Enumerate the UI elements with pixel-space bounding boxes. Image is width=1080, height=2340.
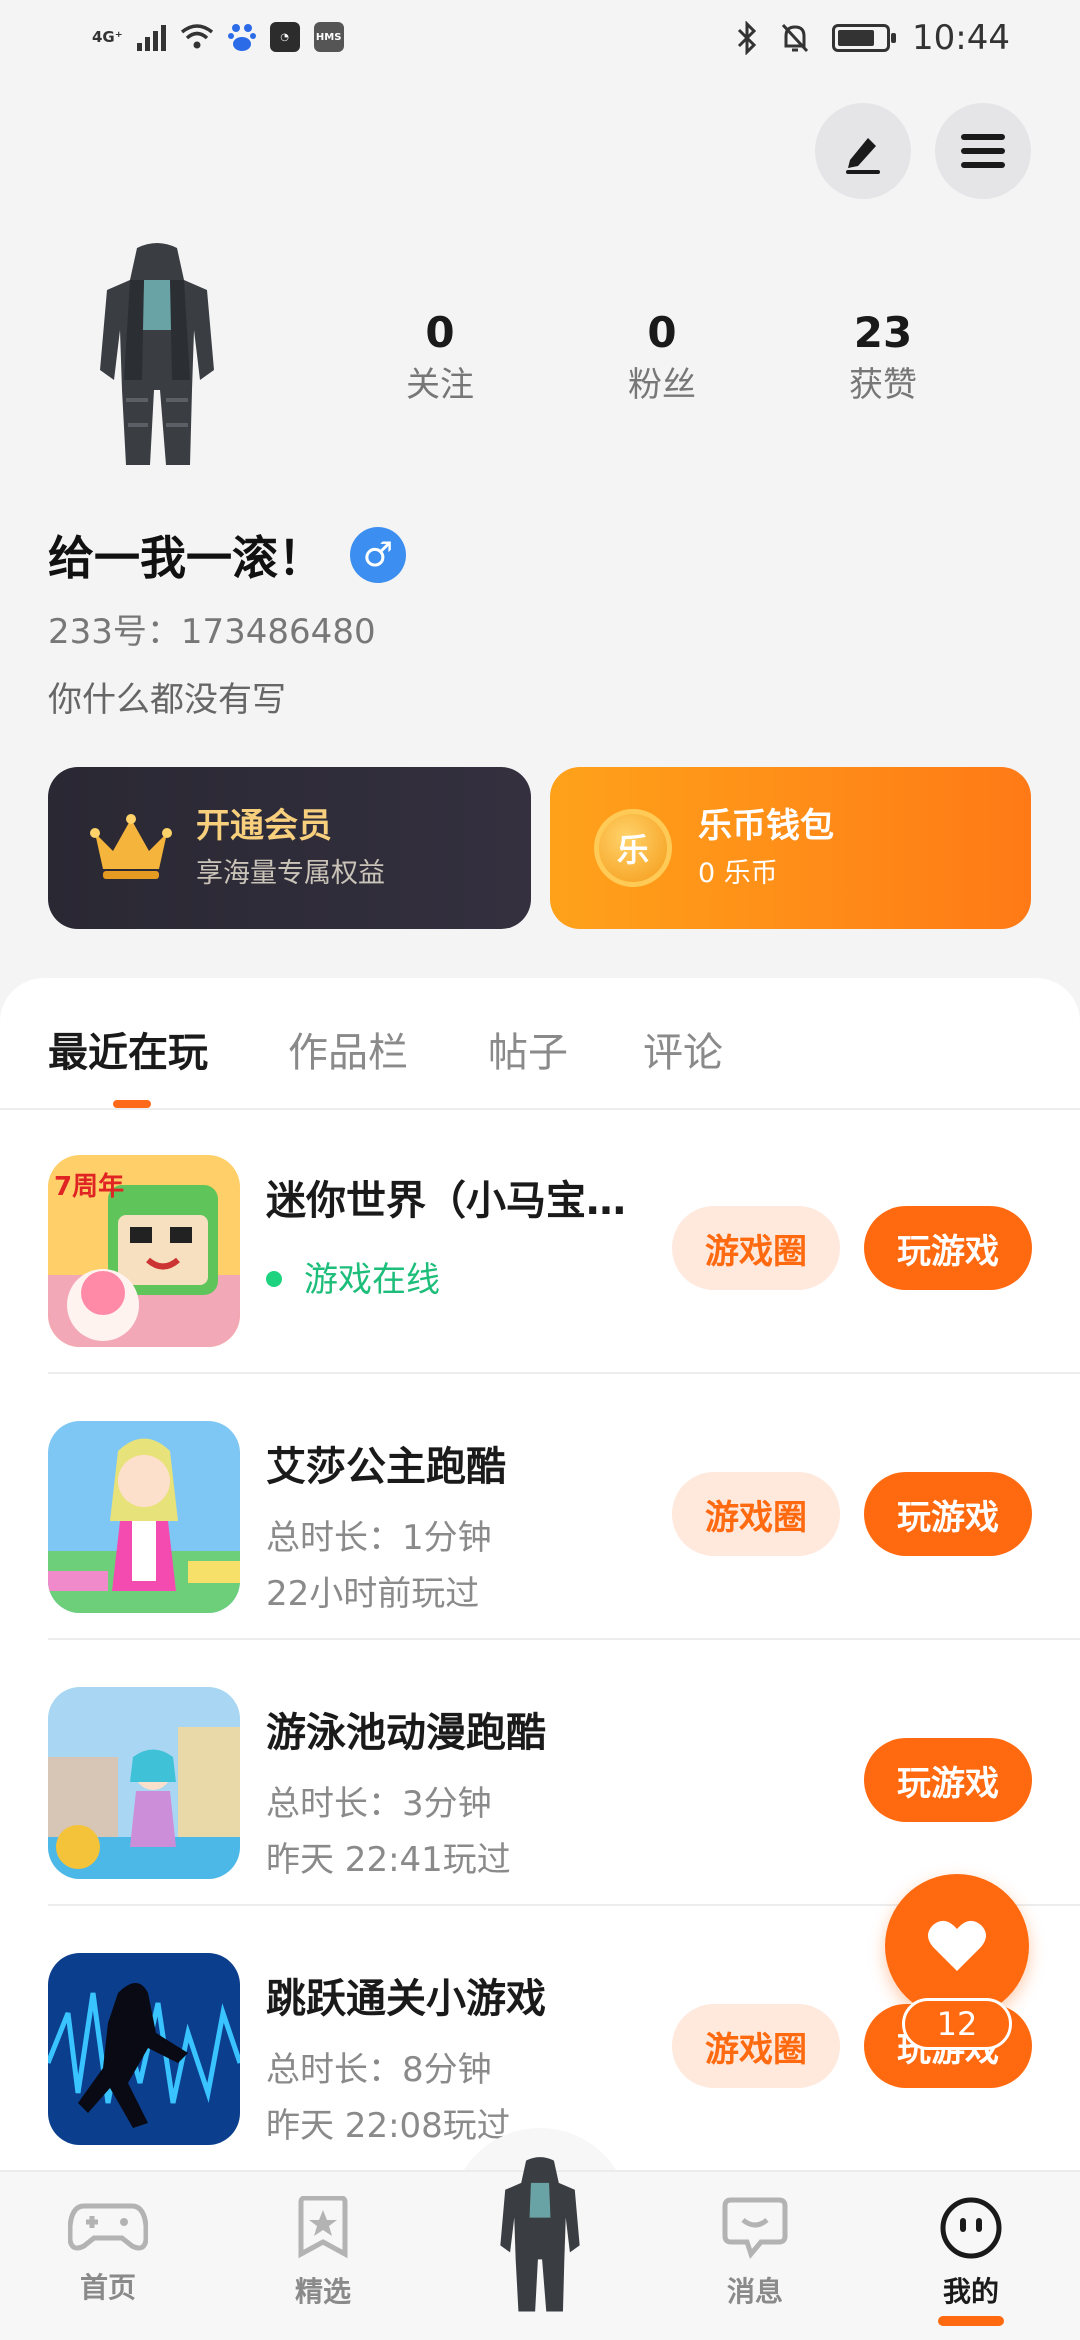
nav-featured-label: 精选 [294, 2275, 351, 2308]
nav-active-indicator [938, 2316, 1004, 2326]
stat-likes[interactable]: 23 获赞 [773, 305, 993, 409]
game-title: 迷你世界（小马宝… [266, 1178, 626, 1224]
game-row[interactable]: 7周年 迷你世界（小马宝… 游戏在线 游戏圈 玩游戏 [48, 1110, 1080, 1374]
network-type: 4G⁺ [92, 27, 123, 46]
baidu-icon [227, 24, 256, 51]
nav-messages[interactable]: 消息 [690, 2196, 820, 2310]
signal-icon [136, 23, 166, 51]
anniversary-badge: 7周年 [54, 1171, 124, 1202]
tab-bar: 最近在玩 作品栏 帖子 评论 [0, 978, 1080, 1110]
tab-posts[interactable]: 帖子 [488, 1020, 568, 1078]
bluetooth-icon [737, 21, 757, 55]
hms-icon: HMS [313, 22, 344, 52]
likes-label: 获赞 [849, 365, 917, 405]
wallet-balance: 0 乐币 [698, 858, 778, 889]
username: 给一我一滚！ [48, 531, 324, 585]
user-id[interactable]: 233号：173486480 [48, 604, 376, 653]
game-title: 游泳池动漫跑酷 [266, 1710, 546, 1756]
game-thumbnail[interactable]: 7周年 [48, 1155, 240, 1347]
game-total-time: 总时长：8分钟 [266, 2050, 492, 2090]
menu-button[interactable] [935, 103, 1031, 199]
stat-following[interactable]: 0 关注 [330, 305, 550, 409]
avatar[interactable] [92, 240, 222, 470]
like-float-button[interactable] [885, 1874, 1029, 2018]
game-circle-button[interactable]: 游戏圈 [672, 1206, 840, 1290]
edit-profile-button[interactable] [815, 103, 911, 199]
game-circle-button[interactable]: 游戏圈 [672, 1472, 840, 1556]
game-circle-button[interactable]: 游戏圈 [672, 2004, 840, 2088]
coin-icon: 乐 [594, 809, 672, 887]
fans-count: 0 [647, 308, 677, 357]
status-bar: 4G⁺ ◔ HMS 10:44 [0, 0, 1080, 84]
hamburger-icon [961, 134, 1005, 168]
nav-messages-label: 消息 [726, 2275, 783, 2308]
battery-icon [832, 24, 897, 52]
play-game-button[interactable]: 玩游戏 [864, 1472, 1032, 1556]
likes-count: 23 [853, 308, 913, 357]
game-last-played: 昨天 22:08玩过 [266, 2106, 511, 2146]
male-gender-icon: ♂ [350, 527, 406, 583]
tab-recent-played[interactable]: 最近在玩 [48, 1020, 208, 1078]
nav-featured[interactable]: 精选 [258, 2195, 388, 2310]
mute-bell-icon [781, 23, 809, 53]
game-total-time: 总时长：1分钟 [266, 1518, 492, 1558]
pen-icon [846, 138, 880, 174]
nav-mine-label: 我的 [942, 2275, 999, 2308]
online-dot-icon [266, 1270, 282, 1287]
bookmark-star-icon [298, 2195, 348, 2259]
status-icons-right: 10:44 [736, 18, 1010, 58]
game-last-played: 22小时前玩过 [266, 1574, 480, 1614]
vip-membership-card[interactable]: 开通会员 享海量专属权益 [48, 767, 531, 929]
app-notification-icon: ◔ [269, 22, 300, 52]
game-online-status: 游戏在线 [266, 1252, 440, 1301]
status-icons-left: 4G⁺ ◔ HMS [92, 22, 344, 52]
game-thumbnail[interactable] [48, 1953, 240, 2145]
game-last-played: 昨天 22:41玩过 [266, 1840, 511, 1880]
nav-home-label: 首页 [79, 2271, 136, 2304]
username-row: 给一我一滚！ ♂ [48, 522, 406, 588]
chat-bubble-icon [722, 2197, 788, 2260]
game-row[interactable]: 艾莎公主跑酷 总时长：1分钟 22小时前玩过 游戏圈 玩游戏 [48, 1376, 1080, 1640]
game-title: 艾莎公主跑酷 [266, 1444, 506, 1490]
stat-fans[interactable]: 0 粉丝 [552, 305, 772, 409]
play-game-button[interactable]: 玩游戏 [864, 1738, 1032, 1822]
tab-comments[interactable]: 评论 [643, 1020, 723, 1078]
tab-indicator [113, 1100, 151, 1108]
gamepad-icon [67, 2203, 149, 2251]
wallet-title: 乐币钱包 [698, 806, 834, 846]
fans-label: 粉丝 [628, 365, 696, 405]
center-avatar-button[interactable] [488, 2155, 592, 2315]
wifi-icon [180, 24, 213, 49]
game-thumbnail[interactable] [48, 1687, 240, 1879]
like-count-badge: 12 [902, 1998, 1012, 2050]
online-label: 游戏在线 [304, 1260, 440, 1300]
clock: 10:44 [912, 18, 1010, 58]
crown-icon [86, 803, 176, 893]
face-icon [940, 2197, 1002, 2259]
following-count: 0 [425, 308, 455, 357]
tab-works[interactable]: 作品栏 [288, 1020, 408, 1078]
vip-subtitle: 享海量专属权益 [196, 858, 385, 889]
user-bio[interactable]: 你什么都没有写 [48, 672, 286, 721]
vip-title: 开通会员 [196, 806, 332, 846]
game-title: 跳跃通关小游戏 [266, 1976, 546, 2022]
wallet-card[interactable]: 乐 乐币钱包 0 乐币 [550, 767, 1031, 929]
game-row[interactable]: 游泳池动漫跑酷 总时长：3分钟 昨天 22:41玩过 玩游戏 [48, 1642, 1080, 1906]
play-game-button[interactable]: 玩游戏 [864, 1206, 1032, 1290]
game-thumbnail[interactable] [48, 1421, 240, 1613]
coin-icon-wrap: 乐 [588, 803, 678, 893]
game-total-time: 总时长：3分钟 [266, 1784, 492, 1824]
nav-home[interactable]: 首页 [43, 2196, 173, 2306]
following-label: 关注 [406, 365, 474, 405]
nav-mine[interactable]: 我的 [906, 2196, 1036, 2326]
heart-icon [928, 1920, 986, 1971]
